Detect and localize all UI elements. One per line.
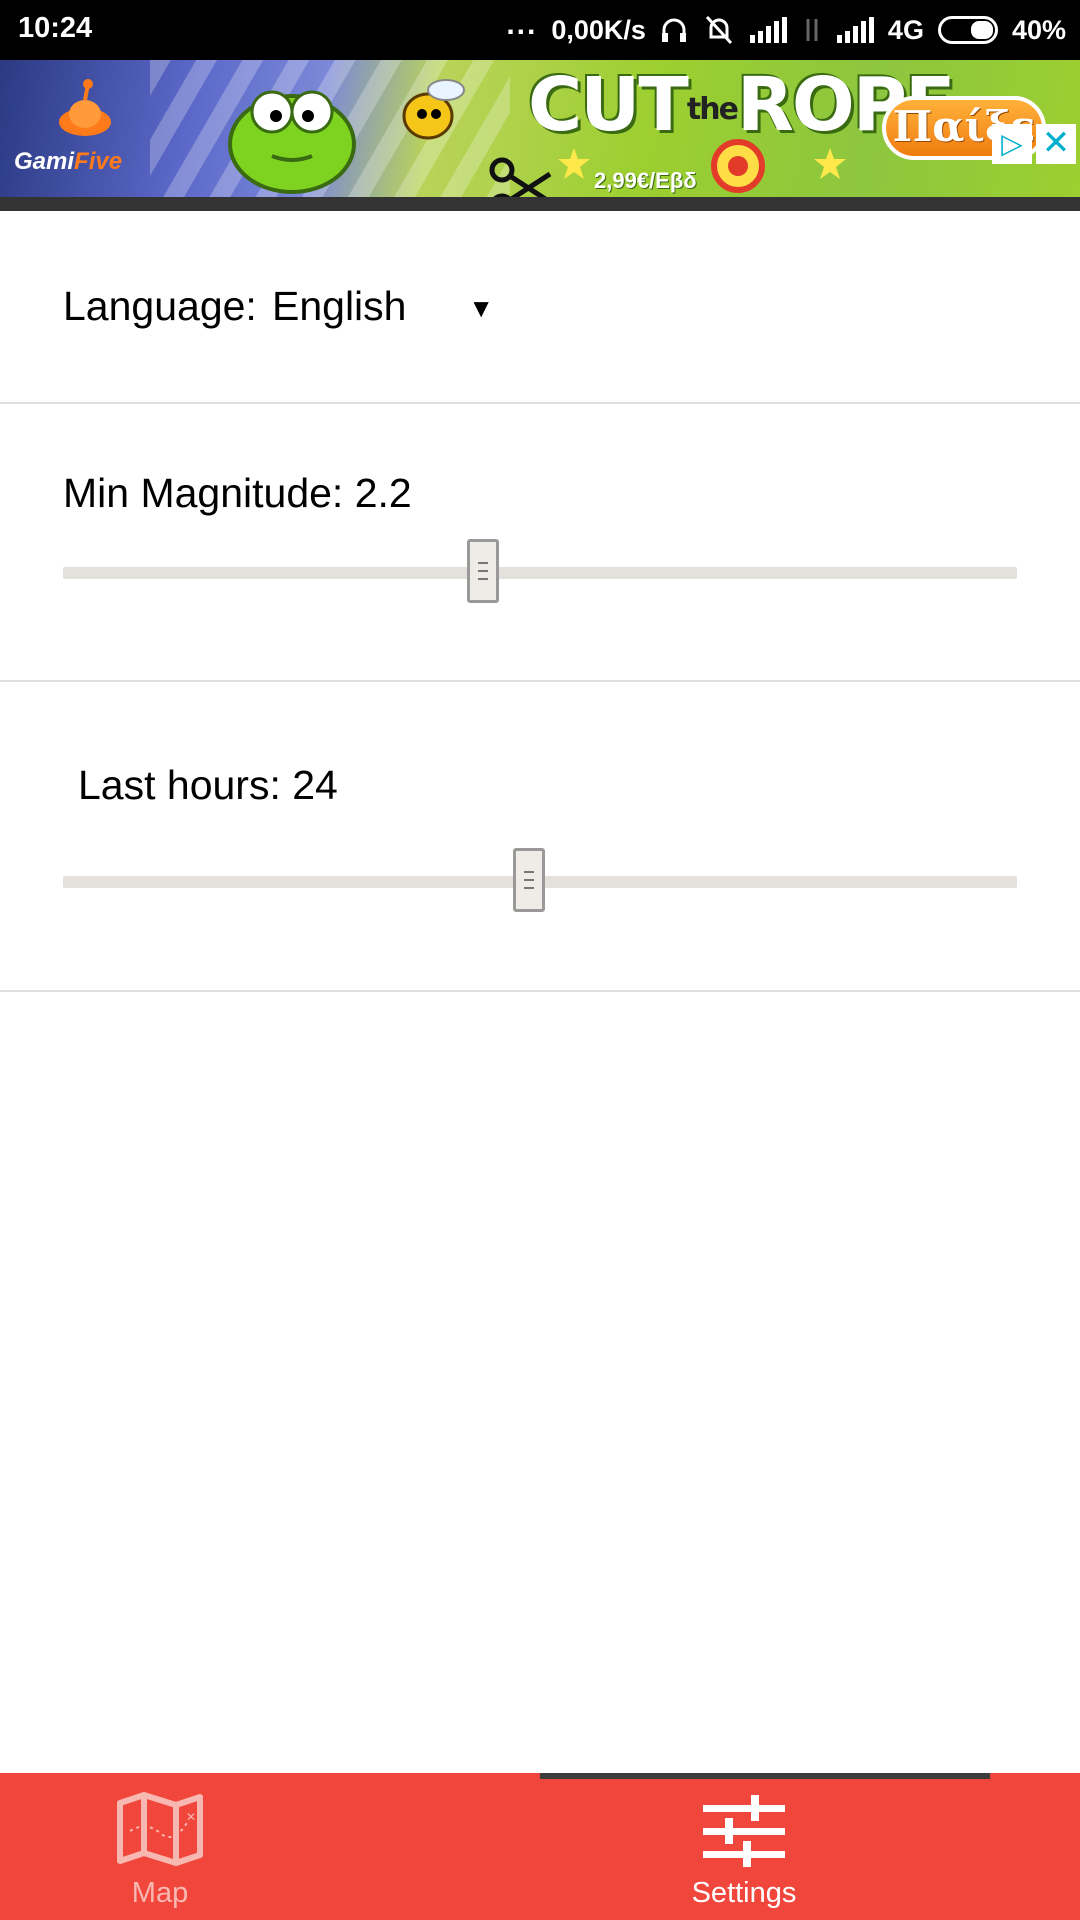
close-icon[interactable]: ✕ [1036,124,1076,164]
status-time: 10:24 [18,12,93,44]
mute-icon [705,15,733,45]
svg-text:✕: ✕ [186,1810,196,1824]
magnitude-setting: Min Magnitude: 2.2 [0,404,1080,682]
scissors-icon [489,157,552,197]
ad-brand-prefix: Gami [14,148,75,175]
gamifive-logo-icon [59,79,111,136]
ad-choices-icon[interactable]: ▷ [992,124,1032,164]
ad-divider [0,197,1080,211]
magnitude-label: Min Magnitude: 2.2 [63,470,412,516]
tab-map[interactable]: ✕ Map [0,1773,540,1920]
om-nom-character-icon [228,90,356,194]
data-arrows-icon [806,19,818,41]
slider-thumb[interactable] [466,539,499,603]
language-value: English [272,283,407,329]
map-icon: ✕ [117,1792,203,1866]
signal-icon-secondary [836,17,874,43]
hours-setting: Last hours: 24 [0,682,1080,992]
network-type: 4G [887,14,924,45]
network-speed: 0,00K/s [551,14,646,45]
language-select[interactable]: English ▼ [272,279,502,335]
ad-title-the: the [686,91,739,127]
bee-character-icon [402,79,465,140]
tab-settings-label: Settings [691,1877,797,1909]
status-bar: 10:24 ... 0,00K/s 4G 40% [0,0,1080,60]
star-icon [814,148,846,179]
headphones-icon [661,18,686,42]
slider-track[interactable] [63,567,1017,579]
language-label: Language: [63,283,257,329]
language-setting: Language: English ▼ [0,211,1080,404]
notification-dots: ... [506,8,538,41]
ad-price: 2,99€/Εβδ [594,168,697,193]
bottom-navigation: ✕ Map Settings [0,1773,1080,1920]
status-icons: ... 0,00K/s 4G 40% [506,8,1066,48]
ad-brand-suffix: Five [74,148,123,175]
hours-slider[interactable] [63,848,1017,914]
ad-brand: GamiFive [14,148,122,176]
tab-map-label: Map [131,1877,189,1909]
ad-banner[interactable]: GamiFive CUTtheROPE 2,99€/Εβδ Παίξε ▷ ✕ [0,60,1080,197]
candy-icon [711,139,765,193]
battery-percent: 40% [1011,14,1066,45]
slider-thumb[interactable] [512,848,545,912]
dropdown-arrow-icon: ▼ [468,293,494,323]
signal-icon [749,17,787,43]
hours-label: Last hours: 24 [78,762,338,808]
magnitude-slider[interactable] [63,539,1017,605]
star-icon [558,148,590,179]
tab-settings[interactable]: Settings [540,1773,1080,1920]
sliders-icon [703,1795,785,1867]
battery-icon [937,16,998,44]
ad-title-left: CUT [528,62,689,148]
